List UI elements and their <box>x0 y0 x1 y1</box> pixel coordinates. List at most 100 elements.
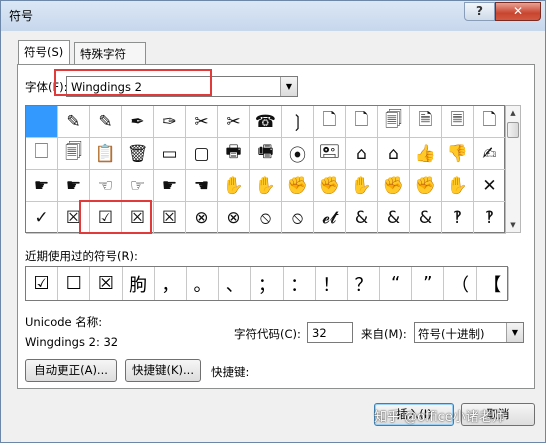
recent-symbol-cell[interactable]: ： <box>284 267 316 300</box>
recent-symbol-cell[interactable]: 朐 <box>123 267 155 300</box>
help-button[interactable]: ? <box>464 2 495 21</box>
symbol-cell[interactable]: ❳ <box>282 106 314 138</box>
recent-symbol-cell[interactable]: ？ <box>348 267 381 300</box>
symbol-cell[interactable]: 📋 <box>90 138 122 170</box>
symbol-cell[interactable]: 🗋 <box>474 106 506 138</box>
symbol-cell[interactable]: ⦸ <box>282 202 314 234</box>
symbol-cell[interactable]: ✋ <box>218 170 250 202</box>
symbol-cell[interactable]: ✎ <box>90 106 122 138</box>
recent-symbol-cell[interactable]: ☒ <box>90 267 123 300</box>
symbol-cell[interactable]: ✊ <box>282 170 314 202</box>
scroll-up-icon[interactable]: ▲ <box>506 106 520 120</box>
watermark: 知乎 @office小诸老师 <box>374 410 505 425</box>
symbol-cell[interactable]: ☚ <box>186 170 218 202</box>
symbol-cell[interactable]: ☛ <box>154 170 186 202</box>
recent-symbol-cell[interactable]: ， <box>155 267 187 300</box>
symbol-cell[interactable]: 🗏 <box>442 106 474 138</box>
symbol-cell[interactable]: ✂ <box>218 106 250 138</box>
recent-label: 近期使用过的符号(R): <box>25 249 138 263</box>
symbol-cell[interactable]: ✑ <box>154 106 186 138</box>
symbol-cell[interactable]: ☜ <box>90 170 122 202</box>
symbol-cell[interactable]: ⊗ <box>218 202 250 234</box>
highlight-box-font <box>54 69 212 96</box>
symbol-cell[interactable]: ✊ <box>314 170 346 202</box>
symbol-cell[interactable]: ☎ <box>250 106 282 138</box>
close-button[interactable]: ✕ <box>495 2 541 21</box>
symbol-grid-scrollbar[interactable]: ▲ ▼ <box>505 105 521 233</box>
symbol-cell[interactable]: ✎ <box>58 106 90 138</box>
recent-symbol-cell[interactable]: ！ <box>316 267 348 300</box>
symbol-cell[interactable]: ☞ <box>122 170 154 202</box>
symbol-cell[interactable]: 🗐 <box>58 138 90 170</box>
symbol-cell[interactable]: ‽ <box>474 202 506 234</box>
symbol-cell[interactable]: ✍ <box>474 138 506 170</box>
recent-symbols[interactable]: ☑ ☐ ☒ 朐，。、；：！？ “” （【 <box>25 266 509 301</box>
symbol-cell[interactable]: ⌂ <box>346 138 378 170</box>
symbol-cell[interactable]: 🗋 <box>346 106 378 138</box>
symbol-cell[interactable]: 🗎 <box>410 106 442 138</box>
symbol-cell[interactable]: 🖷 <box>250 138 282 170</box>
symbol-cell[interactable]: ▢ <box>186 138 218 170</box>
symbol-cell[interactable]: ‽ <box>442 202 474 234</box>
symbol-cell[interactable] <box>26 106 58 138</box>
from-label: 来自(M): <box>361 327 407 341</box>
symbol-cell[interactable]: 🗐 <box>378 106 410 138</box>
symbol-cell[interactable]: ✕ <box>474 170 506 202</box>
symbol-cell[interactable]: ✋ <box>250 170 282 202</box>
symbol-cell[interactable]: ☛ <box>26 170 58 202</box>
symbol-cell[interactable]: ✋ <box>442 170 474 202</box>
symbol-cell[interactable]: ✊ <box>410 170 442 202</box>
charcode-label: 字符代码(C): <box>234 327 301 341</box>
symbol-cell[interactable]: ⦸ <box>250 202 282 234</box>
symbol-cell[interactable]: ✋ <box>346 170 378 202</box>
symbol-cell[interactable]: ☛ <box>58 170 90 202</box>
recent-symbol-cell[interactable]: ☑ <box>26 267 59 300</box>
autocorrect-button[interactable]: 自动更正(A)... <box>25 359 117 382</box>
shortcut-key-button[interactable]: 快捷键(K)... <box>125 359 201 382</box>
title-bar: 符号 ? ✕ <box>1 1 545 31</box>
window-title: 符号 <box>9 9 34 23</box>
tab-special-characters[interactable]: 特殊字符(P) <box>74 42 146 76</box>
chevron-down-icon[interactable]: ▼ <box>280 77 297 96</box>
symbol-cell[interactable]: ✒ <box>122 106 154 138</box>
symbol-dialog: 符号 ? ✕ 符号(S) 特殊字符(P) 字体(F): Wingdings 2 … <box>0 0 546 443</box>
symbol-cell[interactable]: 🖭 <box>314 138 346 170</box>
symbol-cell[interactable]: & <box>410 202 442 234</box>
recent-symbol-cell[interactable]: ； <box>251 267 284 300</box>
symbol-cell[interactable]: & <box>378 202 410 234</box>
symbol-cell[interactable]: 🗋 <box>314 106 346 138</box>
symbol-cell[interactable]: 👎 <box>442 138 474 170</box>
from-select-value: 符号(十进制) <box>418 327 485 341</box>
symbol-cell[interactable]: 🗌 <box>26 138 58 170</box>
symbol-cell[interactable]: ✊ <box>378 170 410 202</box>
symbol-cell[interactable]: ✂ <box>186 106 218 138</box>
symbol-cell[interactable]: 👍 <box>410 138 442 170</box>
unicode-name-label: Unicode 名称: <box>25 315 103 329</box>
tab-symbols[interactable]: 符号(S) <box>18 40 70 65</box>
from-select[interactable]: 符号(十进制) ▼ <box>414 322 524 343</box>
chevron-down-icon[interactable]: ▼ <box>506 323 523 342</box>
recent-symbol-cell[interactable]: 【 <box>477 267 509 300</box>
recent-symbol-cell[interactable]: （ <box>444 267 477 300</box>
scroll-thumb[interactable] <box>507 122 519 138</box>
symbol-cell[interactable]: ▭ <box>154 138 186 170</box>
charcode-input[interactable]: 32 <box>307 322 353 343</box>
symbol-cell[interactable]: 𝓮𝓽 <box>314 202 346 234</box>
recent-symbol-cell[interactable]: ☐ <box>58 267 91 300</box>
shortcut-label: 快捷键: <box>211 365 250 379</box>
symbol-cell[interactable]: ⦿ <box>282 138 314 170</box>
symbol-cell[interactable]: ⊗ <box>186 202 218 234</box>
symbol-cell[interactable]: ☒ <box>154 202 186 234</box>
symbol-cell[interactable]: ✓ <box>26 202 58 234</box>
symbol-cell[interactable]: 🖶 <box>218 138 250 170</box>
symbol-cell[interactable]: 🗑 <box>122 138 154 170</box>
recent-symbol-cell[interactable]: “ <box>380 267 413 300</box>
highlight-box-symbols <box>79 200 152 234</box>
recent-symbol-cell[interactable]: 、 <box>219 267 252 300</box>
recent-symbol-cell[interactable]: 。 <box>187 267 220 300</box>
scroll-down-icon[interactable]: ▼ <box>506 218 520 232</box>
symbol-cell[interactable]: ⌂ <box>378 138 410 170</box>
recent-symbol-cell[interactable]: ” <box>412 267 445 300</box>
unicode-source-line: Wingdings 2: 32 <box>25 335 119 349</box>
symbol-cell[interactable]: & <box>346 202 378 234</box>
